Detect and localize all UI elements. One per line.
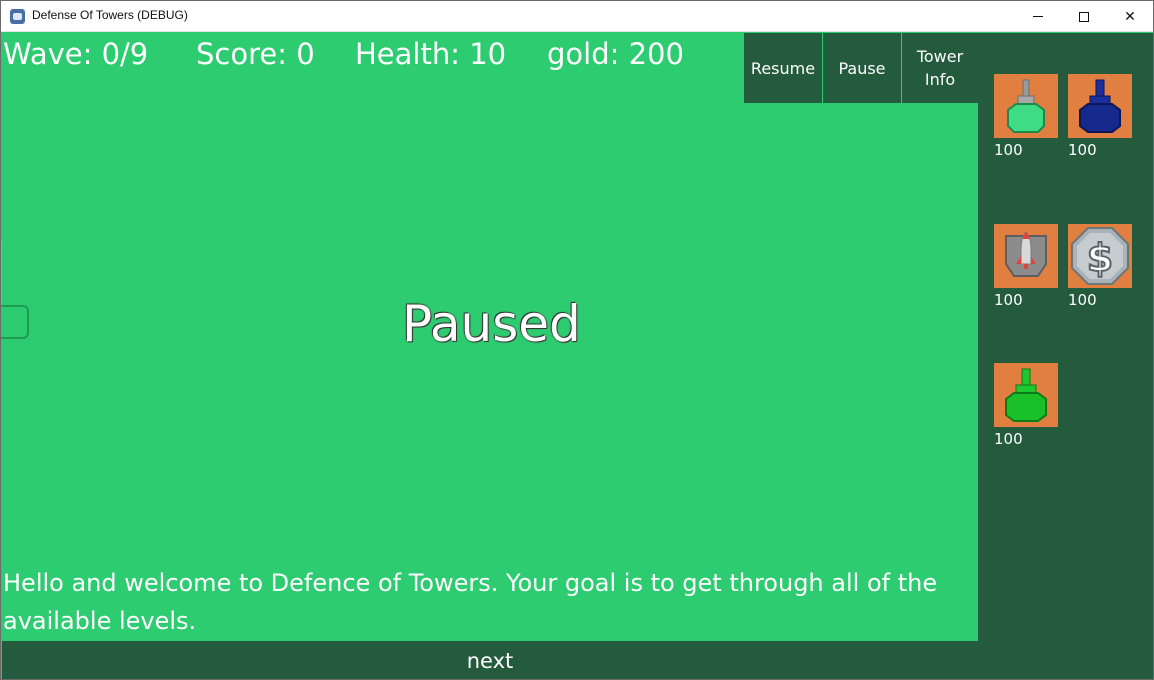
tower-info-button[interactable]: Tower Info [902, 33, 978, 103]
shop-slot-gun-turret-green[interactable] [994, 74, 1058, 138]
maximize-button[interactable] [1061, 1, 1107, 32]
wave-counter: Wave: 0/9 [3, 37, 149, 71]
tower-price: 100 [1068, 291, 1097, 309]
app-icon [10, 9, 25, 24]
tower-price: 100 [994, 291, 1023, 309]
tower-price: 100 [994, 430, 1023, 448]
resume-button[interactable]: Resume [744, 33, 822, 103]
title-bar[interactable]: Defense Of Towers (DEBUG) ✕ [1, 1, 1153, 32]
next-button[interactable]: next [2, 641, 978, 679]
close-icon: ✕ [1124, 8, 1136, 25]
gold-counter: gold: 200 [547, 37, 684, 71]
svg-text:$: $ [1087, 236, 1113, 280]
gun-turret-bright-green-icon [1005, 368, 1047, 422]
tower-info-label-line2: Info [924, 70, 956, 89]
score-counter: Score: 0 [196, 37, 315, 71]
health-counter: Health: 10 [355, 37, 507, 71]
shop-slot-gun-turret-bright-green[interactable] [994, 363, 1058, 427]
tower-price: 100 [994, 141, 1023, 159]
missile-launcher-icon [1005, 231, 1047, 277]
pause-button[interactable]: Pause [823, 33, 901, 103]
window-title: Defense Of Towers (DEBUG) [32, 8, 188, 22]
shop-slot-missile-launcher[interactable] [994, 224, 1058, 288]
gun-turret-green-icon [1007, 79, 1045, 133]
shop-slot-money-generator[interactable]: $ [1068, 224, 1132, 288]
tutorial-message: Hello and welcome to Defence of Towers. … [3, 569, 938, 635]
maximize-icon [1079, 11, 1089, 22]
close-button[interactable]: ✕ [1107, 1, 1153, 32]
tower-price: 100 [1068, 141, 1097, 159]
money-generator-icon: $ [1071, 227, 1129, 285]
shop-slot-gun-turret-blue[interactable] [1068, 74, 1132, 138]
play-field[interactable]: Wave: 0/9 Score: 0 Health: 10 gold: 200 … [1, 33, 978, 679]
minimize-icon [1033, 16, 1043, 17]
game-window: Defense Of Towers (DEBUG) ✕ Wave: 0/9 Sc… [0, 0, 1154, 680]
paused-overlay-text: Paused [402, 295, 581, 353]
minimize-button[interactable] [1015, 1, 1061, 32]
tower-info-label-line1: Tower [916, 47, 964, 66]
gun-turret-blue-icon [1079, 79, 1121, 133]
enemy-slime [1, 305, 29, 339]
